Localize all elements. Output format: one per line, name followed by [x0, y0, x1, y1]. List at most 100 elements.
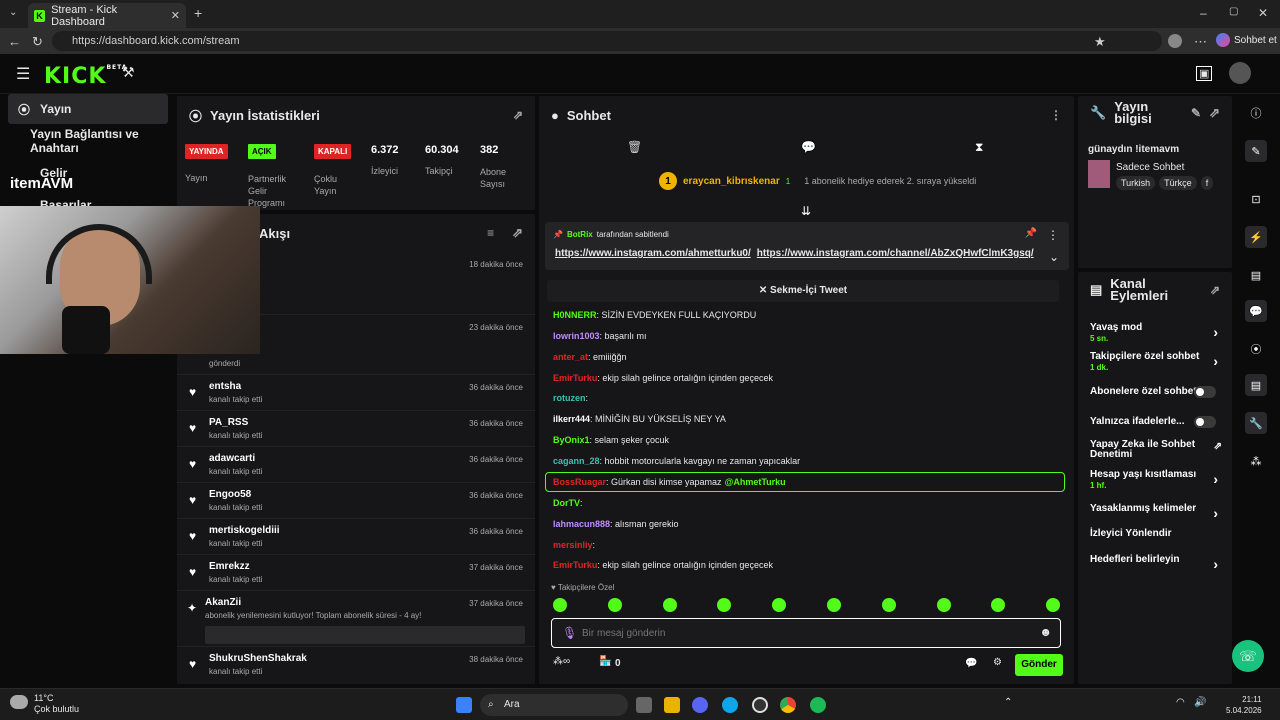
pinned-by[interactable]: BotRix	[567, 230, 593, 239]
emote-icon[interactable]	[936, 598, 951, 612]
tag[interactable]: Türkçe	[1159, 176, 1197, 190]
points-icon[interactable]: ⁂∞	[553, 656, 570, 667]
chat-username[interactable]: EmirTurku	[553, 560, 597, 570]
favorite-star-icon[interactable]: ★	[1094, 34, 1106, 50]
edit-icon[interactable]: ✎	[1245, 140, 1267, 162]
chat-username[interactable]: rotuzen	[553, 393, 586, 403]
chrome-icon[interactable]	[780, 697, 796, 713]
chat-username[interactable]: mersinliy	[553, 540, 593, 550]
emoji-icon[interactable]: ☻	[1039, 625, 1052, 639]
broadcast-icon[interactable]: ⦿	[1245, 338, 1267, 360]
start-icon[interactable]	[456, 697, 472, 713]
browser-tab[interactable]: K Stream - Kick Dashboard ✕	[28, 3, 186, 28]
edit-icon[interactable]: ✎	[1191, 106, 1201, 120]
url-field[interactable]: https://dashboard.kick.com/stream	[52, 31, 1162, 51]
hamburger-menu-icon[interactable]: ☰	[16, 64, 30, 84]
tag[interactable]: f	[1200, 176, 1214, 190]
subs-only-toggle[interactable]	[1194, 386, 1216, 398]
emote-icon[interactable]	[662, 598, 677, 612]
emote-icon[interactable]	[881, 598, 896, 612]
emote-icon[interactable]	[607, 598, 622, 612]
layout-icon[interactable]: ▤	[1245, 374, 1267, 396]
wrench-icon[interactable]: 🔧	[1245, 412, 1267, 434]
chat-username[interactable]: lowrin1003	[553, 331, 600, 341]
send-button[interactable]: Gönder	[1015, 654, 1063, 676]
pinned-link[interactable]: https://www.instagram.com/channel/AbZxQH…	[757, 248, 1034, 259]
lightning-icon[interactable]: ⚡	[1245, 226, 1267, 248]
camera-icon[interactable]: ⊡	[1245, 188, 1267, 210]
popout-icon[interactable]: ⇗	[513, 108, 523, 122]
account-age-row[interactable]: Hesap yaşı kısıtlaması 1 hf. ›	[1090, 469, 1220, 490]
chat-icon[interactable]: 💬	[1245, 300, 1267, 322]
tweet-button[interactable]: ✕ Sekme-İçi Tweet	[547, 280, 1059, 302]
copilot-button[interactable]: Sohbet et	[1216, 33, 1277, 47]
chat-bubble-icon[interactable]: 💬	[801, 140, 816, 154]
unpin-icon[interactable]: 📌	[1025, 228, 1037, 239]
maximize-icon[interactable]: ▢	[1229, 6, 1238, 17]
trash-icon[interactable]: 🗑	[627, 140, 642, 154]
banned-words-row[interactable]: Yasaklanmış kelimeler ›	[1090, 503, 1220, 521]
spotify-icon[interactable]	[810, 697, 826, 713]
chat-username[interactable]: cagann_28	[553, 456, 600, 466]
gifter-name[interactable]: eraycan_kibrıskenar	[683, 176, 780, 187]
goals-row[interactable]: Hedefleri belirleyin ›	[1090, 554, 1220, 572]
more-menu-icon[interactable]: ⋯	[1194, 34, 1207, 50]
chat-input-field[interactable]	[582, 624, 1022, 642]
popout-icon[interactable]: ⇗	[1209, 105, 1220, 121]
new-tab-icon[interactable]: +	[194, 5, 202, 21]
popout-icon[interactable]: ⇗	[512, 225, 523, 241]
clock[interactable]: 21:11 5.04.2026	[1226, 694, 1262, 716]
slow-mode-row[interactable]: Yavaş mod 5 sn. ›	[1090, 322, 1220, 343]
pinned-more-icon[interactable]: ⋮	[1047, 228, 1059, 242]
emote-icon[interactable]	[772, 598, 787, 612]
popout-icon[interactable]: ⇗	[1210, 283, 1220, 297]
users-icon[interactable]: ⁂	[1245, 450, 1267, 472]
taskbar-search[interactable]: ⌕ Ara	[480, 694, 628, 716]
chat-username[interactable]: ilkerr444	[553, 414, 590, 424]
emote-icon[interactable]	[717, 598, 732, 612]
raid-row[interactable]: İzleyici Yönlendir	[1090, 528, 1220, 539]
ai-moderation-row[interactable]: Yapay Zeka ile Sohbet Denetimi ⇗	[1090, 440, 1222, 460]
discord-icon[interactable]	[692, 697, 708, 713]
profile-icon[interactable]	[1168, 34, 1182, 48]
nav-item-yayin[interactable]: ⦿ Yayın	[8, 94, 168, 124]
weather-widget[interactable]: 11°C Çok bulutlu	[10, 693, 79, 715]
chat-input[interactable]: 🎙 ☻	[551, 618, 1061, 648]
close-window-icon[interactable]: ✕	[1258, 6, 1268, 20]
emote-icon[interactable]	[1046, 598, 1061, 612]
refresh-icon[interactable]: ↻	[32, 34, 43, 50]
collapse-icon[interactable]: ⇊	[801, 204, 811, 218]
expand-icon[interactable]: ⌄	[1049, 250, 1059, 264]
emote-icon[interactable]	[553, 598, 567, 612]
chat-username[interactable]: lahmacun888	[553, 519, 610, 529]
minimize-icon[interactable]: –	[1200, 6, 1207, 20]
mic-icon[interactable]: 🎙	[562, 626, 577, 640]
store-icon[interactable]: 🏪	[599, 656, 611, 667]
tools-icon[interactable]: ⚒	[122, 64, 135, 81]
emote-icon[interactable]	[991, 598, 1006, 612]
wifi-icon[interactable]: ◠	[1176, 697, 1185, 708]
tag[interactable]: Turkish	[1116, 176, 1156, 190]
chat-username[interactable]: ByOnix1	[553, 435, 590, 445]
file-explorer-icon[interactable]	[664, 697, 680, 713]
gear-icon[interactable]: ⚙	[993, 657, 1002, 668]
document-icon[interactable]: ▤	[1245, 264, 1267, 286]
nav-item-stream-key[interactable]: Yayın Bağlantısı ve Anahtarı	[30, 126, 175, 156]
emote-icon[interactable]	[827, 598, 841, 612]
chat-username[interactable]: DorTV	[553, 498, 580, 508]
chat-username[interactable]: H0NNERR	[553, 310, 597, 320]
user-avatar[interactable]	[1229, 62, 1251, 84]
followers-only-row[interactable]: Takipçilere özel sohbet 1 dk. ›	[1090, 351, 1220, 372]
chat-username[interactable]: anter_at	[553, 352, 588, 362]
category-name[interactable]: Sadece Sohbet	[1116, 162, 1184, 173]
hourglass-icon[interactable]: ⧗	[975, 140, 983, 155]
chat-more-icon[interactable]: ⋮	[1050, 108, 1062, 122]
streaming-icon[interactable]: ▣	[1196, 66, 1213, 81]
support-button[interactable]: ☏	[1232, 640, 1264, 672]
close-tab-icon[interactable]: ✕	[171, 9, 180, 22]
filter-icon[interactable]: ≡	[487, 226, 494, 240]
info-icon[interactable]: ⓘ	[1245, 102, 1267, 124]
pinned-link[interactable]: https://www.instagram.com/ahmetturku0/	[555, 248, 751, 259]
edge-icon[interactable]	[722, 697, 738, 713]
tab-menu-icon[interactable]: ⌄	[9, 7, 17, 18]
